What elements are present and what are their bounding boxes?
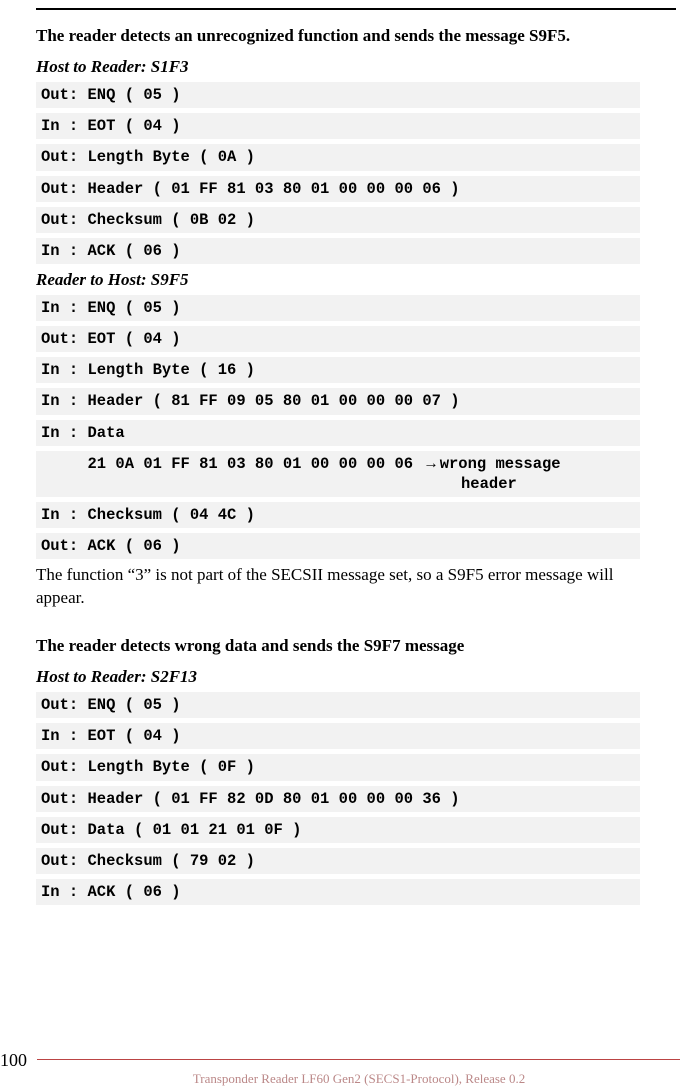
code-line: In : ACK ( 06 ) [36,879,640,905]
section2-sub1: Host to Reader: S2F13 [36,667,640,687]
code-line: In : EOT ( 04 ) [36,113,640,139]
page-footer: 100 Transponder Reader LF60 Gen2 (SECS1-… [0,1050,680,1091]
code-line: Out: EOT ( 04 ) [36,326,640,352]
code-line: Out: ENQ ( 05 ) [36,82,640,108]
section2-heading: The reader detects wrong data and sends … [36,635,640,657]
code-line: Out: ENQ ( 05 ) [36,692,640,718]
code-line: In : ACK ( 06 ) [36,238,640,264]
code-line: Out: ACK ( 06 ) [36,533,640,559]
page-content: The reader detects an unrecognized funct… [0,10,640,905]
code-line: Out: Length Byte ( 0A ) [36,144,640,170]
code-line-annotated: 21 0A 01 FF 81 03 80 01 00 00 00 06 → wr… [36,451,640,497]
code-line: In : EOT ( 04 ) [36,723,640,749]
code-line: Out: Checksum ( 0B 02 ) [36,207,640,233]
section1-sub1: Host to Reader: S1F3 [36,57,640,77]
page-number: 100 [0,1050,37,1071]
code-line: Out: Header ( 01 FF 82 0D 80 01 00 00 00… [36,786,640,812]
code-line: In : ENQ ( 05 ) [36,295,640,321]
code-line: Out: Data ( 01 01 21 01 0F ) [36,817,640,843]
arrow-right-icon: → [426,454,435,474]
code-line: In : Header ( 81 FF 09 05 80 01 00 00 00… [36,388,640,414]
code-line: Out: Checksum ( 79 02 ) [36,848,640,874]
code-line: In : Length Byte ( 16 ) [36,357,640,383]
code-line: In : Data [36,420,640,446]
section1-heading: The reader detects an unrecognized funct… [36,25,640,47]
hex-data: 21 0A 01 FF 81 03 80 01 00 00 00 06 [41,454,422,474]
annotation-text: wrong message [440,454,561,474]
annotation-text-line2: header [41,474,635,494]
code-line: Out: Length Byte ( 0F ) [36,754,640,780]
section1-body: The function “3” is not part of the SECS… [36,564,640,610]
code-line: In : Checksum ( 04 4C ) [36,502,640,528]
code-line: Out: Header ( 01 FF 81 03 80 01 00 00 00… [36,176,640,202]
section1-sub2: Reader to Host: S9F5 [36,270,640,290]
footer-text: Transponder Reader LF60 Gen2 (SECS1-Prot… [38,1071,680,1087]
footer-rule [37,1059,680,1060]
